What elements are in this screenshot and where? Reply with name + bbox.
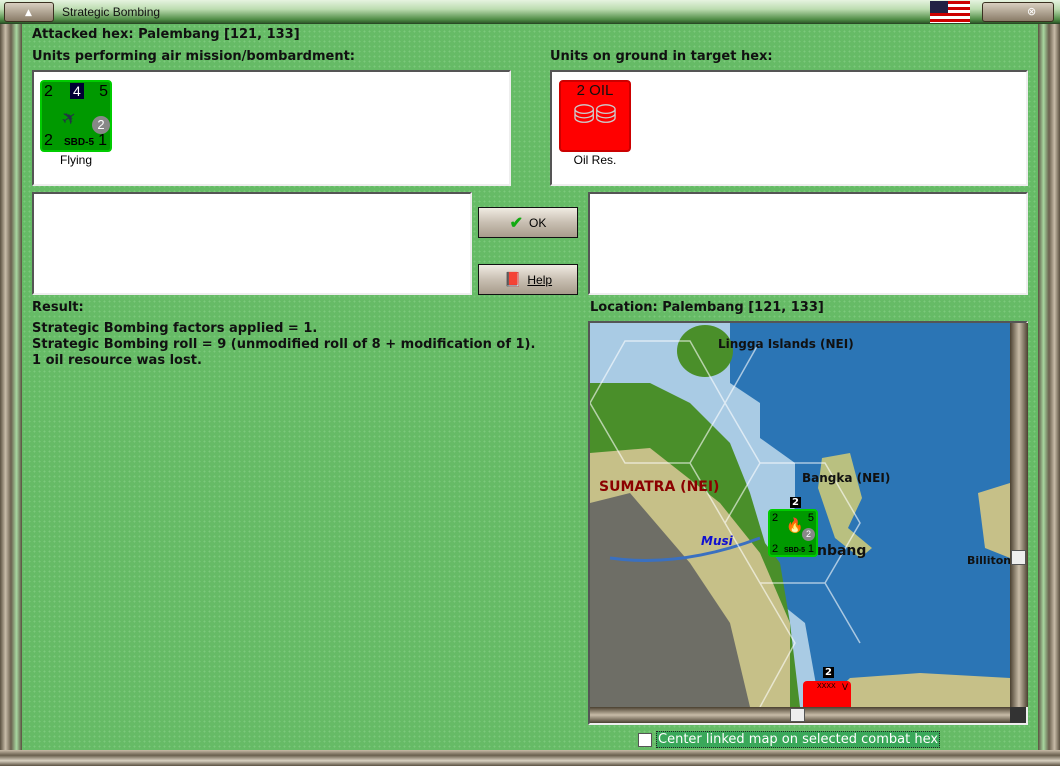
unit-status: Oil Res. <box>559 153 631 167</box>
window-frame-left <box>0 24 22 766</box>
counter-value: 5 <box>99 83 108 101</box>
window-menu-button[interactable]: ▲ <box>4 2 54 22</box>
map-label-palembang: nbang <box>817 543 866 559</box>
defender-details-box <box>588 192 1028 295</box>
stack-count: 2 <box>823 667 834 678</box>
checkmark-icon: ✔ <box>510 213 523 233</box>
defenders-label: Units on ground in target hex: <box>550 49 773 64</box>
counter-value: 2 <box>772 512 778 524</box>
map-label-sumatra: SUMATRA (NEI) <box>599 479 719 495</box>
counter-value: 2 <box>772 543 778 555</box>
map-label-bangka: Bangka (NEI) <box>802 471 890 485</box>
window-frame-right <box>1038 24 1060 766</box>
help-book-icon: 📕 <box>504 271 521 288</box>
counter-badge: 2 <box>802 528 815 541</box>
help-label: Help <box>527 273 552 287</box>
us-flag-icon <box>930 1 970 23</box>
unit-type: V <box>842 682 848 692</box>
oil-resource-counter[interactable]: 2 OIL ⛁⛁ <box>559 80 631 152</box>
map-army-counter[interactable]: XXXX V <box>803 681 851 707</box>
ok-button[interactable]: ✔ OK <box>478 207 578 238</box>
stack-count: 2 <box>790 497 801 508</box>
map-label-musi: Musi <box>701 534 733 548</box>
map-frame: Lingga Islands (NEI) SUMATRA (NEI) Bangk… <box>588 321 1028 725</box>
oil-barrels-icon: ⛁⛁ <box>561 99 629 129</box>
horizontal-scrollbar[interactable] <box>590 707 1010 723</box>
window-frame-bottom <box>0 750 1060 766</box>
window-title: Strategic Bombing <box>62 5 160 19</box>
result-text: Strategic Bombing factors applied = 1. S… <box>32 321 535 369</box>
unit-name: SBD-5 <box>784 547 805 554</box>
unit-card[interactable]: 2 4 5 ✈ 2 2 SBD-5 1 Flying <box>40 80 112 168</box>
counter-value: 1 <box>98 132 107 150</box>
vertical-scroll-thumb[interactable] <box>1011 550 1026 565</box>
map-label-lingga: Lingga Islands (NEI) <box>718 337 854 351</box>
center-map-checkbox-label[interactable]: Center linked map on selected combat hex <box>656 731 940 748</box>
counter-value: 4 <box>70 83 84 99</box>
counter-value: 5 <box>808 512 814 524</box>
fire-icon: 🔥 <box>786 517 803 534</box>
counter-value: 1 <box>808 543 814 555</box>
unit-name: SBD-5 <box>64 137 94 148</box>
unit-status: Flying <box>40 153 112 167</box>
help-button[interactable]: 📕 Help <box>478 264 578 295</box>
attackers-list: 2 4 5 ✈ 2 2 SBD-5 1 Flying <box>32 70 511 186</box>
attacked-hex-label: Attacked hex: Palembang [121, 133] <box>32 27 300 42</box>
unit-size: XXXX <box>817 683 836 690</box>
attackers-label: Units performing air mission/bombardment… <box>32 49 355 64</box>
defenders-list: 2 OIL ⛁⛁ Oil Res. <box>550 70 1028 186</box>
resource-title: 2 OIL <box>561 82 629 99</box>
map-label-billiton: Billiton <box>967 554 1011 567</box>
lingga-island <box>677 325 733 377</box>
aircraft-icon: ✈ <box>57 106 81 132</box>
ok-label: OK <box>529 216 546 230</box>
result-line: Strategic Bombing factors applied = 1. <box>32 321 535 337</box>
result-line: Strategic Bombing roll = 9 (unmodified r… <box>32 337 535 353</box>
location-label: Location: Palembang [121, 133] <box>590 300 824 315</box>
result-label: Result: <box>32 300 84 315</box>
counter-value: 2 <box>44 132 53 150</box>
vertical-scrollbar[interactable] <box>1010 323 1028 707</box>
close-button[interactable]: ⊗ <box>982 2 1054 22</box>
center-map-checkbox[interactable] <box>638 733 652 747</box>
air-unit-counter[interactable]: 2 4 5 ✈ 2 2 SBD-5 1 <box>40 80 112 152</box>
horizontal-scroll-thumb[interactable] <box>790 708 805 722</box>
unit-card[interactable]: 2 OIL ⛁⛁ Oil Res. <box>559 80 631 168</box>
result-line: 1 oil resource was lost. <box>32 353 535 369</box>
counter-value: 2 <box>44 83 53 101</box>
attacker-details-box <box>32 192 472 295</box>
map-air-unit-counter[interactable]: 2 5 🔥 2 2 SBD-5 1 <box>768 509 818 557</box>
